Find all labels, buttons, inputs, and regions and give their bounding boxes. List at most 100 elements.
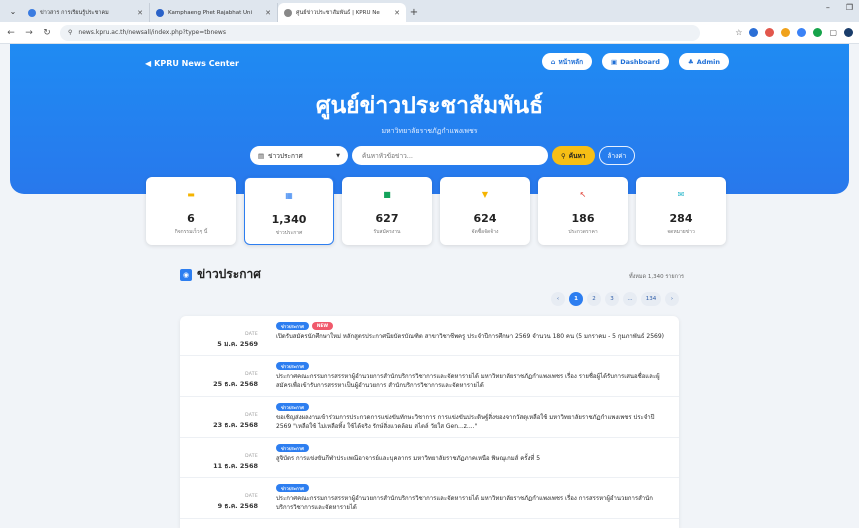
- minimize-icon[interactable]: –: [826, 3, 830, 12]
- extension-icon[interactable]: [813, 28, 823, 37]
- site-info-icon[interactable]: ⚲: [68, 29, 72, 36]
- url-text: news.kpru.ac.th/newsall/index.php?type=t…: [78, 29, 226, 36]
- stat-number: 186: [571, 212, 595, 225]
- page-button[interactable]: 3: [605, 292, 619, 306]
- dashboard-button[interactable]: ▣ Dashboard: [602, 53, 669, 70]
- category-badge: ข่าวประกาศ: [276, 484, 309, 492]
- dashboard-button-label: Dashboard: [620, 57, 660, 66]
- extensions-bar: ☆ ▢: [735, 28, 853, 37]
- home-button-label: หน้าหลัก: [558, 57, 584, 66]
- new-tab-icon[interactable]: +: [406, 3, 422, 22]
- page-title: ศูนย์ข่าวประชาสัมพันธ์: [315, 93, 544, 119]
- extension-icon[interactable]: [765, 28, 775, 37]
- news-item[interactable]: DATE 23 ธ.ค. 2568 ข่าวประกาศ ขอเชิญส่งผล…: [180, 397, 679, 438]
- extension-icon[interactable]: [797, 28, 807, 37]
- envelope-icon: ✉: [677, 189, 685, 199]
- news-date: DATE 23 ธ.ค. 2568: [180, 403, 276, 431]
- users-icon: ♣: [687, 57, 694, 66]
- reload-icon[interactable]: ↻: [42, 28, 52, 38]
- stat-card-procurement[interactable]: ▼ 624 จัดซื้อจัดจ้าง: [440, 177, 530, 245]
- category-select[interactable]: ▤ ข่าวประกาศ ▼: [250, 146, 348, 165]
- news-body: ข่าวประกาศ ประกาศคณะกรรมการสรรหาผู้อำนวย…: [276, 362, 679, 390]
- search-button-label: ค้นหา: [568, 151, 586, 160]
- news-headline[interactable]: สูจิบัตร การแข่งขันกีฬาประเพณีอาจารย์และ…: [276, 455, 667, 464]
- last-page-button[interactable]: 134: [641, 292, 661, 306]
- top-nav: ⌂ หน้าหลัก ▣ Dashboard ♣ Admin: [541, 53, 729, 70]
- new-badge: NEW: [311, 322, 334, 330]
- admin-button[interactable]: ♣ Admin: [678, 53, 729, 70]
- stat-card-announcements[interactable]: ▦ 1,340 ข่าวประกาศ: [244, 177, 334, 245]
- stat-label: กิจกรรมเร็วๆ นี้: [174, 229, 208, 235]
- date-label: DATE: [245, 372, 258, 377]
- search-icon: ⚲: [561, 151, 566, 160]
- rss-icon: ◉: [180, 268, 192, 281]
- forward-icon[interactable]: →: [24, 28, 34, 38]
- news-body: ข่าวประกาศ NEW เปิดรับสมัครนักศึกษาใหม่ …: [276, 322, 679, 349]
- tab-title: ข่าวสาร การเรียนรู้ประชาคม: [40, 9, 109, 16]
- news-item[interactable]: DATE 11 ธ.ค. 2568 ข่าวประกาศ สูจิบัตร กา…: [180, 438, 679, 478]
- browser-tab-3[interactable]: ศูนย์ข่าวประชาสัมพันธ์ | KPRU Ne ✕: [278, 3, 406, 22]
- browser-tab-2[interactable]: Kamphaeng Phet Rajabhat Uni ✕: [150, 3, 278, 22]
- stat-card-events[interactable]: ▬ 6 กิจกรรมเร็วๆ นี้: [146, 177, 236, 245]
- page-button[interactable]: 2: [587, 292, 601, 306]
- category-badge: ข่าวประกาศ: [276, 322, 309, 330]
- home-button[interactable]: ⌂ หน้าหลัก: [541, 53, 593, 70]
- admin-button-label: Admin: [696, 57, 720, 66]
- news-headline[interactable]: ประกาศคณะกรรมการสรรหาผู้อำนวยการสำนักบริ…: [276, 495, 667, 512]
- date-label: DATE: [245, 494, 258, 499]
- date-value: 11 ธ.ค. 2568: [213, 462, 258, 470]
- news-headline[interactable]: ขอเชิญส่งผลงานเข้าร่วมการประกวดการแข่งขั…: [276, 414, 667, 431]
- brand-logo[interactable]: ◀ KPRU News Center: [145, 59, 239, 68]
- tab-strip: ⌄ ข่าวสาร การเรียนรู้ประชาคม ✕ Kamphaeng…: [0, 0, 859, 22]
- date-label: DATE: [245, 332, 258, 337]
- search-bar: ▤ ข่าวประกาศ ▼ ⚲ ค้นหา ล้างค่า: [250, 146, 636, 165]
- news-item[interactable]: DATE 25 ธ.ค. 2568 ข่าวประกาศ ประกาศคณะกร…: [180, 356, 679, 397]
- stat-label: ประกวดราคา: [568, 229, 598, 235]
- close-tab-icon[interactable]: ✕: [137, 9, 143, 17]
- dashboard-icon: ▣: [611, 57, 618, 66]
- url-field[interactable]: ⚲ news.kpru.ac.th/newsall/index.php?type…: [60, 24, 700, 41]
- newspaper-icon: ▦: [285, 190, 293, 200]
- browser-tab-1[interactable]: ข่าวสาร การเรียนรู้ประชาคม ✕: [22, 3, 150, 22]
- news-date: DATE 5 ม.ค. 2569: [180, 322, 276, 349]
- section-title: ◉ ข่าวประกาศ: [180, 265, 261, 284]
- stat-card-jobs[interactable]: ■ 627 รับสมัครงาน: [342, 177, 432, 245]
- news-item[interactable]: DATE 9 ธ.ค. 2568 ข่าวประกาศ ประกาศคณะกรร…: [180, 478, 679, 519]
- browser-window: ⌄ ข่าวสาร การเรียนรู้ประชาคม ✕ Kamphaeng…: [0, 0, 859, 528]
- news-body: ข่าวประกาศ สูจิบัตร การแข่งขันกีฬาประเพณ…: [276, 444, 679, 471]
- tab-title: Kamphaeng Phet Rajabhat Uni: [168, 9, 253, 16]
- stat-number: 627: [375, 212, 399, 225]
- close-tab-icon[interactable]: ✕: [394, 9, 400, 17]
- news-body: ข่าวประกาศ ประกาศคณะกรรมการสรรหาผู้อำนวย…: [276, 484, 679, 512]
- next-page-button[interactable]: ›: [665, 292, 679, 306]
- stat-card-bidding[interactable]: ↖ 186 ประกวดราคา: [538, 177, 628, 245]
- page-button[interactable]: 1: [569, 292, 583, 306]
- prev-page-button[interactable]: ‹: [551, 292, 565, 306]
- stat-label: รับสมัครงาน: [373, 229, 401, 235]
- briefcase-icon: ■: [383, 189, 391, 199]
- stat-label: ข่าวประกาศ: [275, 230, 303, 236]
- news-date: DATE 9 ธ.ค. 2568: [180, 484, 276, 512]
- stat-card-newsletter[interactable]: ✉ 284 จดหมายข่าว: [636, 177, 726, 245]
- bookmark-star-icon[interactable]: ☆: [735, 28, 742, 37]
- close-tab-icon[interactable]: ✕: [265, 9, 271, 17]
- maximize-icon[interactable]: ❐: [846, 3, 853, 12]
- extensions-puzzle-icon[interactable]: ▢: [829, 28, 837, 37]
- date-value: 25 ธ.ค. 2568: [213, 380, 258, 388]
- news-body: ข่าวประกาศ ขอเชิญส่งผลงานเข้าร่วมการประก…: [276, 403, 679, 431]
- extension-icon[interactable]: [749, 28, 759, 37]
- favicon-icon: [284, 8, 292, 17]
- search-button[interactable]: ⚲ ค้นหา: [552, 146, 595, 165]
- news-headline[interactable]: ประกาศคณะกรรมการสรรหาผู้อำนวยการสำนักบริ…: [276, 373, 667, 390]
- news-item[interactable]: DATE 5 ม.ค. 2569 ข่าวประกาศ NEW เปิดรับส…: [180, 316, 679, 356]
- news-date: DATE 25 ธ.ค. 2568: [180, 362, 276, 390]
- badges: ข่าวประกาศ: [276, 362, 667, 370]
- search-input[interactable]: [352, 146, 548, 165]
- profile-avatar[interactable]: [844, 28, 853, 37]
- news-headline[interactable]: เปิดรับสมัครนักศึกษาใหม่ หลักสูตรประกาศน…: [276, 333, 667, 342]
- back-icon[interactable]: ←: [6, 28, 16, 38]
- newspaper-icon: ▤: [258, 151, 265, 160]
- tab-search-icon[interactable]: ⌄: [4, 2, 22, 20]
- clear-button[interactable]: ล้างค่า: [598, 146, 636, 165]
- extension-icon[interactable]: [781, 28, 791, 37]
